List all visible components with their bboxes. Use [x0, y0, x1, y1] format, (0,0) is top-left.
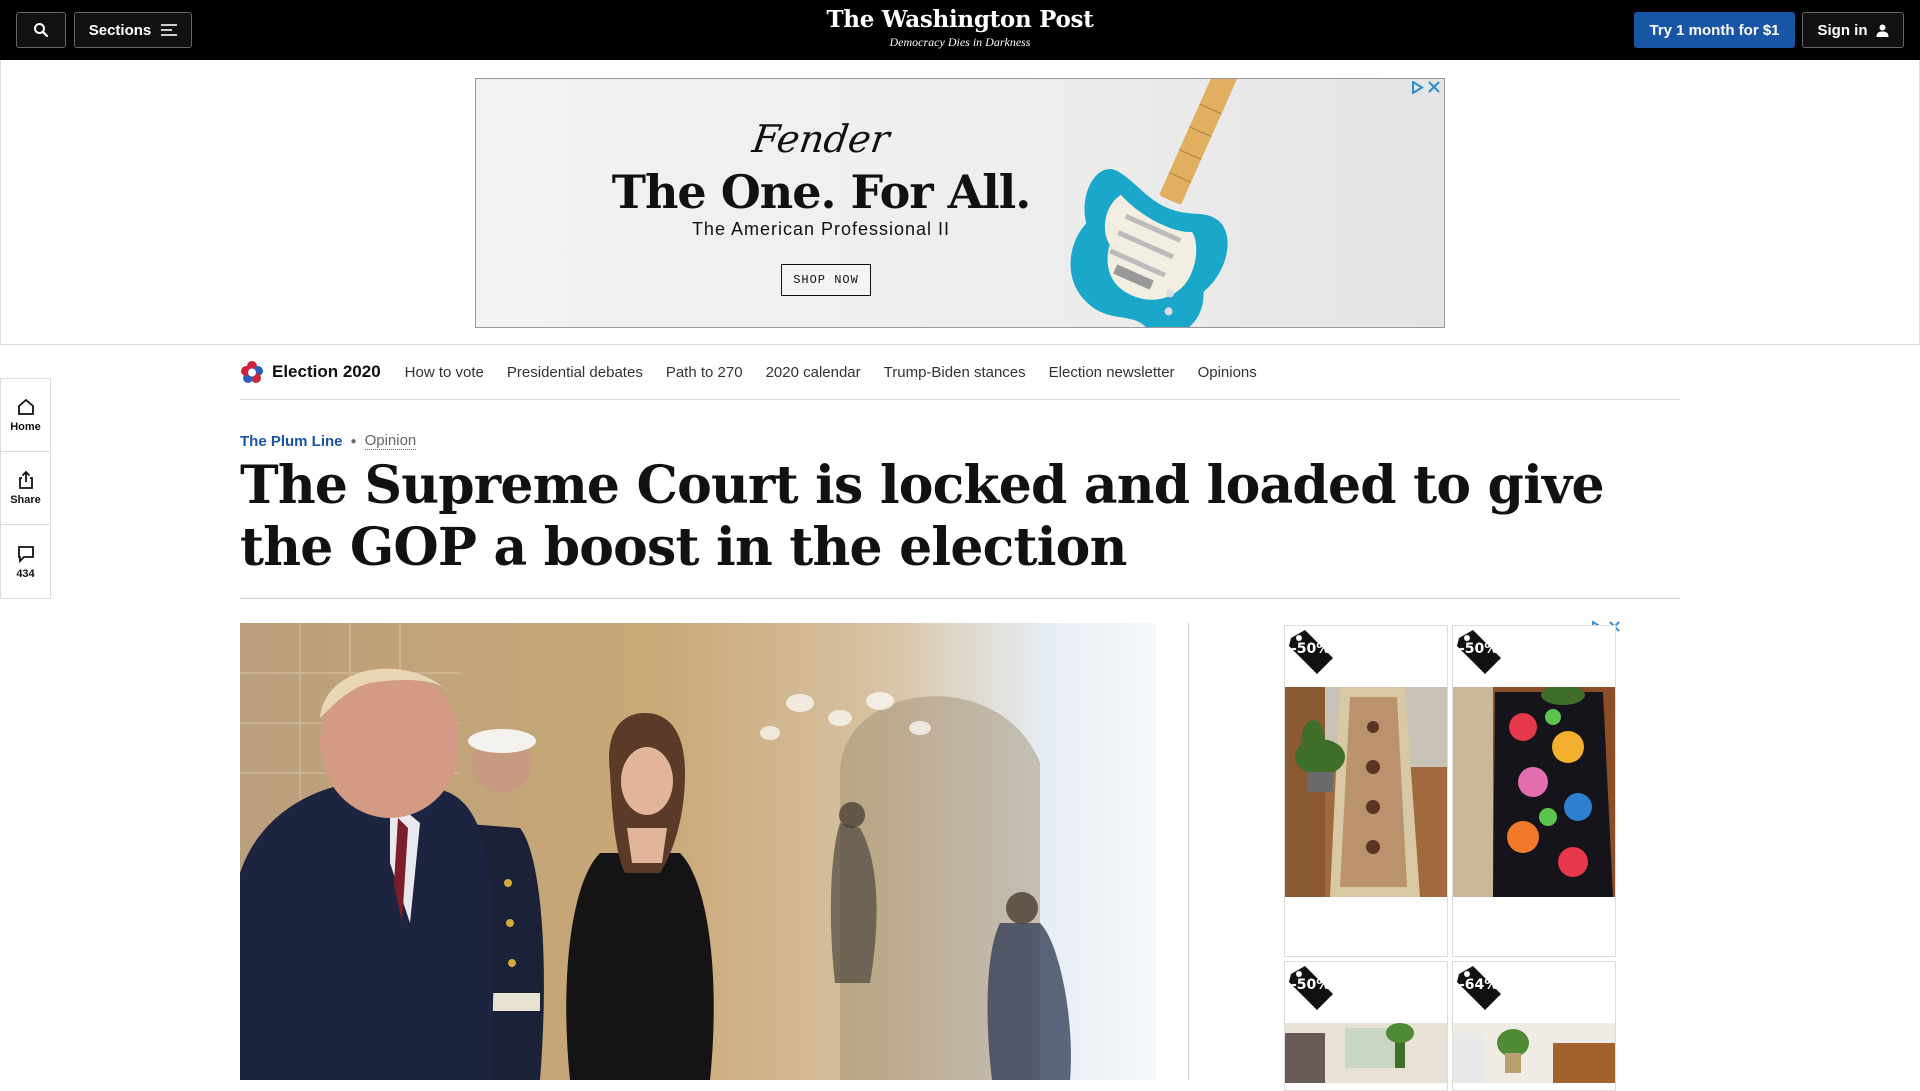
article-kicker: The Plum Line ● Opinion: [240, 432, 417, 450]
share-label: Share: [10, 494, 41, 506]
subscribe-button[interactable]: Try 1 month for $1: [1634, 12, 1795, 48]
nav-link-trump-biden-stances[interactable]: Trump-Biden stances: [884, 364, 1026, 381]
home-rail-button[interactable]: Home: [1, 379, 50, 452]
rug-product-card[interactable]: -50%: [1284, 961, 1448, 1091]
home-label: Home: [10, 421, 41, 433]
sections-button[interactable]: Sections: [74, 12, 192, 48]
nav-link-how-to-vote[interactable]: How to vote: [405, 364, 484, 381]
site-logo[interactable]: The Washington Post: [760, 6, 1160, 33]
nav-link-presidential-debates[interactable]: Presidential debates: [507, 364, 643, 381]
search-button[interactable]: [16, 12, 66, 48]
headline-divider: [240, 598, 1680, 599]
ad-choices[interactable]: [1411, 81, 1440, 94]
side-ad-rugs[interactable]: -50% -50% -50% -64%: [1284, 621, 1620, 1091]
share-rail-button[interactable]: Share: [1, 452, 50, 525]
rug-product-card[interactable]: -64%: [1452, 961, 1616, 1091]
article-type-label[interactable]: Opinion: [364, 432, 417, 450]
rug-product-card[interactable]: -50%: [1284, 625, 1448, 957]
comment-count: 434: [16, 567, 35, 580]
search-icon: [34, 23, 49, 38]
rug-image: [1453, 687, 1615, 897]
election-2020-label: Election 2020: [272, 362, 381, 381]
rug-image: [1285, 687, 1447, 897]
menu-icon: [161, 24, 178, 36]
sign-in-label: Sign in: [1817, 21, 1868, 39]
election-star-icon: [241, 361, 263, 383]
nav-link-path-to-270[interactable]: Path to 270: [666, 364, 743, 381]
discount-badge: -50%: [1459, 641, 1499, 657]
comment-icon: [17, 545, 34, 563]
masthead[interactable]: The Washington Post Democracy Dies in Da…: [760, 6, 1160, 50]
article-headline: The Supreme Court is locked and loaded t…: [240, 455, 1605, 578]
ad-shop-now-button[interactable]: SHOP NOW: [781, 264, 871, 296]
kicker-separator: ●: [350, 435, 357, 447]
share-icon: [18, 470, 33, 489]
rug-image: [1285, 1023, 1447, 1083]
election-2020-nav: Election 2020 How to vote Presidential d…: [240, 345, 1680, 400]
lead-photo-image: [240, 623, 1156, 1080]
adchoices-icon[interactable]: [1411, 81, 1424, 94]
close-ad-icon[interactable]: [1428, 81, 1440, 93]
fender-ad-banner[interactable]: Fender The One. For All. The American Pr…: [475, 78, 1445, 328]
site-tagline: Democracy Dies in Darkness: [889, 35, 1031, 49]
comments-rail-button[interactable]: 434: [1, 525, 50, 598]
lead-photo[interactable]: [240, 623, 1156, 1080]
nav-link-opinions[interactable]: Opinions: [1198, 364, 1257, 381]
home-icon: [17, 398, 34, 415]
left-action-rail: Home Share 434: [0, 378, 51, 599]
guitar-image: [1070, 79, 1241, 327]
discount-badge: -50%: [1291, 641, 1331, 657]
election-2020-brand[interactable]: Election 2020: [240, 360, 381, 384]
sign-in-button[interactable]: Sign in: [1802, 12, 1904, 48]
rug-image: [1453, 1023, 1615, 1083]
top-navigation-bar: Sections The Washington Post Democracy D…: [0, 0, 1920, 60]
nav-link-election-newsletter[interactable]: Election newsletter: [1049, 364, 1175, 381]
sections-label: Sections: [88, 21, 152, 39]
discount-badge: -64%: [1459, 977, 1499, 993]
discount-badge: -50%: [1291, 977, 1331, 993]
nav-link-2020-calendar[interactable]: 2020 calendar: [766, 364, 861, 381]
rug-product-card[interactable]: -50%: [1452, 625, 1616, 957]
column-divider: [1188, 623, 1189, 1080]
user-icon: [1876, 24, 1888, 37]
section-link[interactable]: The Plum Line: [240, 433, 343, 450]
